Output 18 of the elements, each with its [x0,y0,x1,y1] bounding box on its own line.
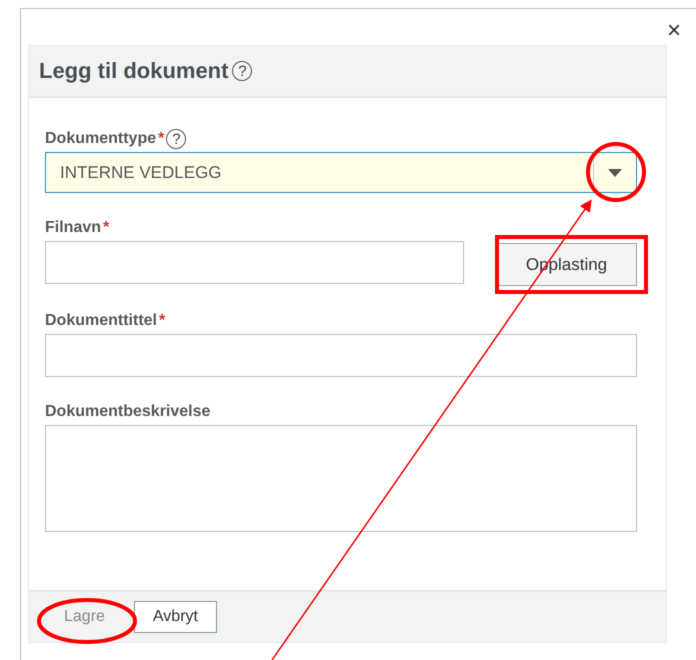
cancel-button[interactable]: Avbryt [134,601,217,633]
close-button[interactable]: × [667,17,682,45]
caret-icon [608,168,622,176]
annotation-circle [586,142,646,202]
required-asterisk: * [159,312,166,330]
field-label: Dokumentbeskrivelse [45,403,210,421]
field-label: Filnavn [45,219,102,237]
title-field[interactable] [45,334,637,377]
help-icon[interactable]: ? [232,61,252,81]
dialog-title: Legg til dokument [39,58,228,84]
description-field[interactable] [45,425,637,532]
document-type-select[interactable]: INTERNE VEDLEGG [45,152,637,193]
required-asterisk: * [158,130,164,148]
field-label: Dokumenttype [45,130,156,148]
required-asterisk: * [103,219,110,237]
field-label: Dokumenttittel [45,312,157,330]
help-icon[interactable]: ? [166,129,186,149]
filename-field[interactable] [45,241,464,284]
